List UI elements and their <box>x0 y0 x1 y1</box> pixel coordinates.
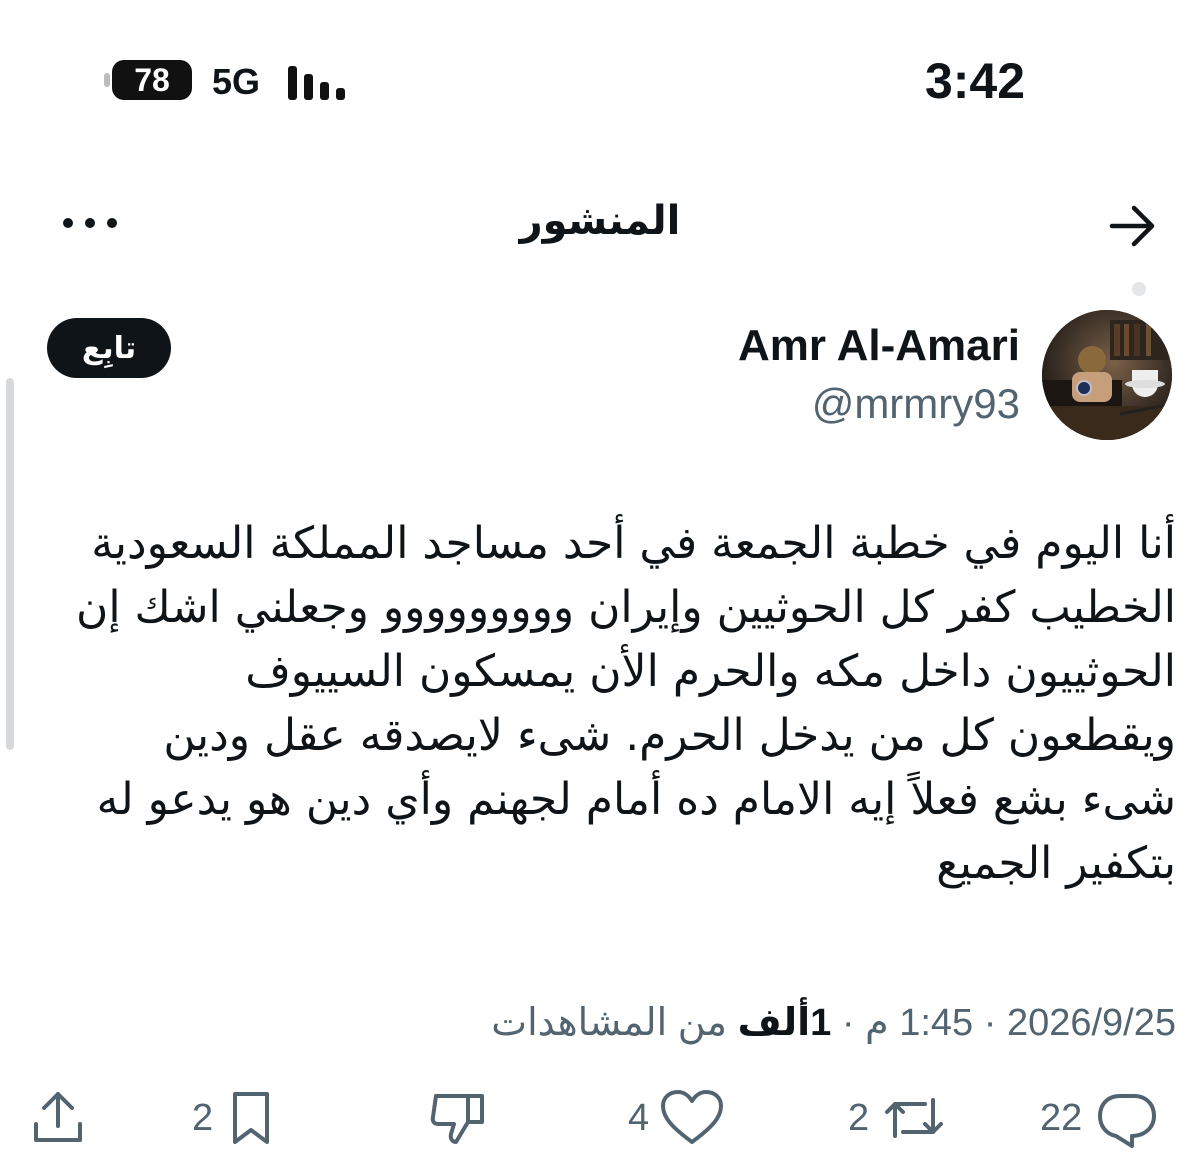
repost-icon <box>885 1098 944 1138</box>
reply-icon <box>1098 1094 1157 1148</box>
share-button[interactable] <box>30 1080 86 1156</box>
tweet-text: أنا اليوم في خطبة الجمعة في أحد مساجد ال… <box>30 512 1176 896</box>
like-icon <box>661 1090 724 1144</box>
page-title: المنشور <box>519 199 681 243</box>
dislike-icon <box>430 1094 484 1144</box>
meta-separator: · <box>841 1002 855 1044</box>
like-button[interactable]: 4 <box>628 1080 725 1156</box>
views-count[interactable]: 1ألف <box>738 1002 832 1044</box>
bookmark-count: 2 <box>192 1096 214 1139</box>
share-icon <box>34 1092 82 1142</box>
back-arrow-icon[interactable] <box>1106 200 1158 252</box>
actions-bar: 2 4 2 22 <box>0 1080 1200 1156</box>
tweet-line: الحوثييون داخل مكه والحرم الأن يمسكون ال… <box>245 646 1176 697</box>
post-header: المنشور <box>0 190 1200 270</box>
tweet-line: الخطيب كفر كل الحوثيين وإيران ووووووووو … <box>76 582 1176 633</box>
avatar[interactable] <box>1042 310 1172 440</box>
like-count: 4 <box>628 1096 650 1139</box>
tweet-line: ويقطعون كل من يدخل الحرم. شىء لايصدقه عق… <box>163 710 1176 761</box>
status-bar: 78 5G 3:42 <box>0 0 1200 150</box>
tweet-line: بتكفير الجميع <box>936 838 1176 889</box>
reply-count: 22 <box>1040 1096 1083 1139</box>
bookmark-button[interactable]: 2 <box>192 1080 281 1156</box>
signal-bars-icon <box>288 66 345 100</box>
tweet-time: 1:45 م <box>865 1002 974 1044</box>
views-label[interactable]: من المشاهدات <box>491 1002 727 1044</box>
tweet-line: شىء بشع فعلاً إيه الامام ده أمام لجهنم و… <box>96 774 1176 825</box>
clock: 3:42 <box>924 53 1026 109</box>
more-options-icon[interactable] <box>58 208 122 238</box>
meta-separator: · <box>983 1002 997 1044</box>
header-divider-dot <box>1132 282 1146 296</box>
network-type: 5G <box>212 61 261 102</box>
tweet-line: أنا اليوم في خطبة الجمعة في أحد مساجد ال… <box>91 518 1176 569</box>
tweet-meta: 2026/9/25 · 1:45 م · 1ألف من المشاهدات <box>300 998 1176 1048</box>
battery-icon: 78 <box>104 60 194 100</box>
battery-level: 78 <box>112 60 192 100</box>
dislike-button[interactable] <box>428 1080 490 1156</box>
author-name[interactable]: Amr Al-Amari <box>620 318 1020 374</box>
bookmark-icon <box>233 1092 270 1144</box>
reply-button[interactable]: 22 <box>1040 1080 1160 1156</box>
repost-button[interactable]: 2 <box>848 1080 949 1156</box>
repost-count: 2 <box>848 1096 870 1139</box>
tweet-date: 2026/9/25 <box>1006 1002 1176 1044</box>
scrollbar[interactable] <box>6 378 14 750</box>
author-handle[interactable]: @mrmry93 <box>620 376 1020 432</box>
follow-button[interactable]: تابِع <box>47 318 171 378</box>
